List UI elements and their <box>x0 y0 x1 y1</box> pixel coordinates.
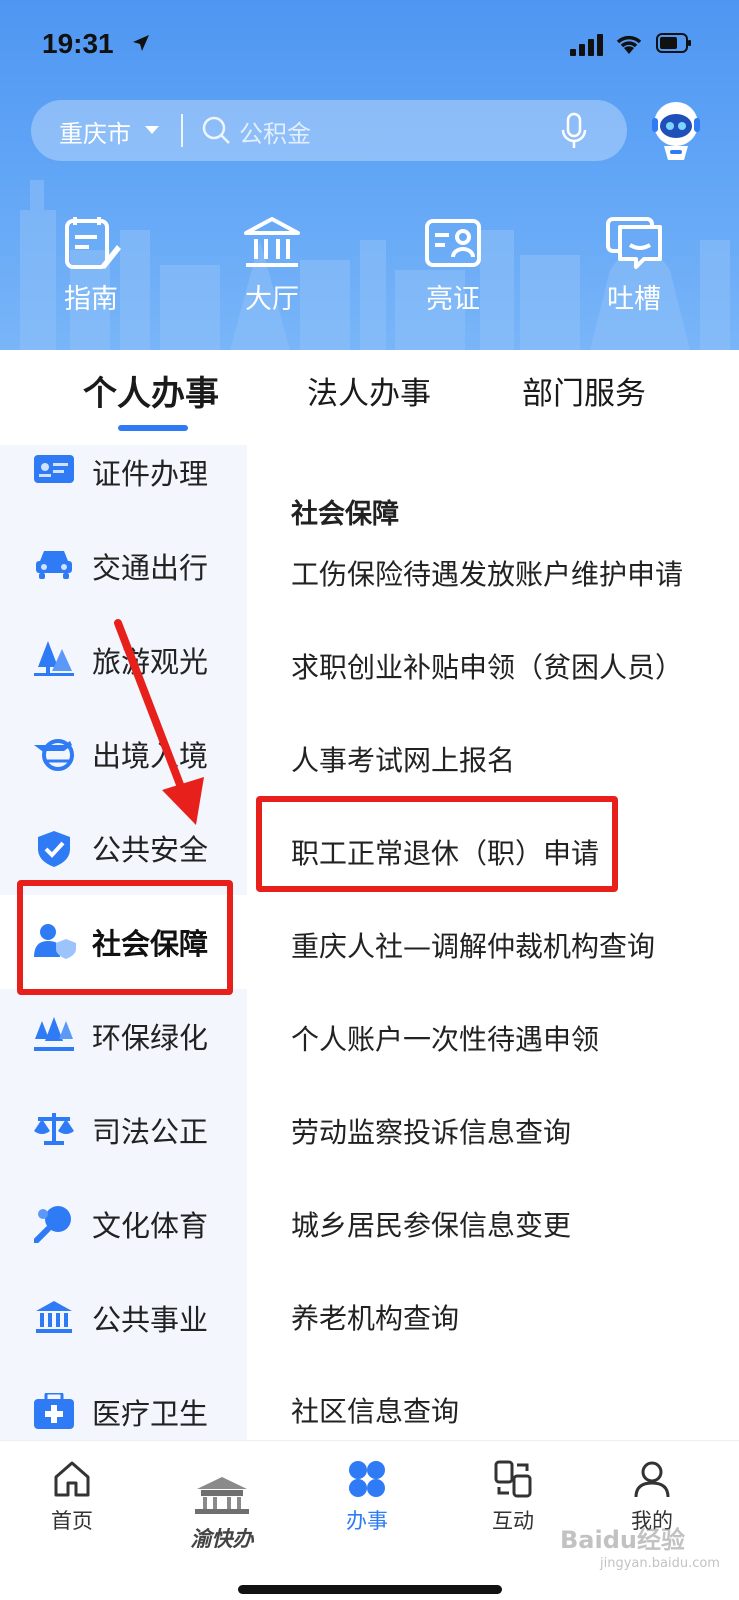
user-icon <box>634 1461 670 1498</box>
nav-services[interactable]: 办事 <box>317 1459 417 1535</box>
service-item[interactable]: 劳动监察投诉信息查询 <box>291 1111 571 1151</box>
service-item[interactable]: 养老机构查询 <box>291 1297 459 1337</box>
ping-pong-icon <box>34 1206 71 1243</box>
service-item[interactable]: 城乡居民参保信息变更 <box>291 1204 571 1244</box>
quick-action-show-id[interactable]: 亮证 <box>398 215 508 316</box>
sidebar-item-certificates[interactable]: 证件办理 <box>0 445 247 519</box>
quick-action-label: 亮证 <box>426 284 480 315</box>
service-item[interactable]: 求职创业补贴申领（贫困人员） <box>291 646 683 686</box>
assistant-robot-avatar[interactable] <box>648 100 704 162</box>
status-time: 19:31 <box>42 28 114 59</box>
feedback-icon <box>606 217 662 269</box>
search-icon <box>202 116 230 144</box>
nav-home[interactable]: 首页 <box>22 1459 122 1535</box>
sidebar-item-label: 交通出行 <box>92 551 209 585</box>
tab-department-services[interactable]: 部门服务 <box>522 368 646 413</box>
service-list-panel: 社会保障 工伤保险待遇发放账户维护申请 求职创业补贴申领（贫困人员） 人事考试网… <box>247 445 739 1440</box>
service-item[interactable]: 工伤保险待遇发放账户维护申请 <box>291 553 683 593</box>
service-item[interactable]: 社区信息查询 <box>291 1390 459 1430</box>
annotation-arrow <box>114 619 204 825</box>
baidu-watermark: Baidu经验 <box>560 1526 685 1554</box>
trees-icon <box>34 641 74 676</box>
tab-personal-affairs[interactable]: 个人办事 <box>83 366 219 415</box>
quick-action-label: 指南 <box>64 284 118 315</box>
cellular-signal-icon <box>570 34 603 56</box>
section-title: 社会保障 <box>291 499 399 530</box>
service-item[interactable]: 人事考试网上报名 <box>291 739 515 779</box>
hall-icon <box>244 217 300 267</box>
medical-kit-icon <box>34 1393 74 1429</box>
sidebar-item-culture-sports[interactable]: 文化体育 <box>0 1177 247 1271</box>
microphone-icon[interactable] <box>561 112 587 150</box>
sidebar-item-label: 文化体育 <box>92 1209 209 1243</box>
annotation-highlight-social-security <box>17 880 233 995</box>
quick-action-label: 大厅 <box>245 284 299 315</box>
service-item[interactable]: 重庆人社—调解仲裁机构查询 <box>291 925 655 965</box>
nav-yukuaiban[interactable]: 渝快办 <box>172 1459 272 1553</box>
id-card-icon <box>34 455 74 483</box>
nav-label: 首页 <box>51 1509 93 1533</box>
search-divider <box>181 114 183 147</box>
quick-action-feedback[interactable]: 吐槽 <box>579 215 689 316</box>
sidebar-item-public-utilities[interactable]: 公共事业 <box>0 1271 247 1365</box>
car-icon <box>36 551 72 579</box>
search-bar[interactable]: 重庆市 公积金 <box>31 100 627 161</box>
search-input[interactable]: 公积金 <box>239 114 311 149</box>
baidu-watermark-url: jingyan.baidu.com <box>600 1556 720 1571</box>
sidebar-item-judicial[interactable]: 司法公正 <box>0 1083 247 1177</box>
service-item[interactable]: 个人账户一次性待遇申领 <box>291 1018 599 1058</box>
category-tabs: 个人办事 法人办事 部门服务 <box>0 350 739 445</box>
status-bar: 19:31 <box>0 0 739 90</box>
home-indicator <box>238 1585 502 1594</box>
nav-label: 渝快办 <box>190 1527 254 1551</box>
city-selector[interactable]: 重庆市 <box>59 114 131 149</box>
sidebar-item-label: 证件办理 <box>92 457 209 491</box>
active-tab-indicator <box>118 425 188 431</box>
shield-check-icon <box>38 831 70 867</box>
quick-action-guide[interactable]: 指南 <box>36 215 146 316</box>
city-dropdown-caret-icon[interactable] <box>145 126 159 134</box>
sidebar-item-label: 医疗卫生 <box>92 1397 209 1431</box>
sidebar-item-label: 公共事业 <box>92 1303 209 1337</box>
sidebar-item-label: 司法公正 <box>92 1115 209 1149</box>
quick-action-hall[interactable]: 大厅 <box>217 215 327 316</box>
scales-icon <box>34 1113 74 1145</box>
wifi-icon <box>616 35 642 54</box>
pine-trees-icon <box>34 1017 74 1051</box>
grid-clover-icon <box>349 1461 385 1497</box>
home-icon <box>54 1461 90 1497</box>
battery-icon <box>656 33 691 53</box>
nav-label: 互动 <box>492 1509 534 1533</box>
yukuaiban-logo-icon <box>195 1477 249 1514</box>
annotation-highlight-retirement-application <box>256 796 618 892</box>
sidebar-item-transport[interactable]: 交通出行 <box>0 519 247 613</box>
id-card-icon <box>425 219 481 267</box>
guide-icon <box>65 217 121 269</box>
interact-icon <box>494 1460 532 1498</box>
quick-action-label: 吐槽 <box>607 284 661 315</box>
header: 19:31 重庆市 公积金 指南 大厅 亮证 吐槽 <box>0 0 739 350</box>
nav-label: 办事 <box>346 1509 388 1533</box>
nav-interact[interactable]: 互动 <box>463 1459 563 1535</box>
location-arrow-icon <box>133 35 149 51</box>
plane-globe-icon <box>34 739 74 771</box>
sidebar-item-medical[interactable]: 医疗卫生 <box>0 1365 247 1440</box>
building-columns-icon <box>36 1301 72 1333</box>
sidebar-item-label: 环保绿化 <box>92 1021 209 1055</box>
sidebar-item-environment[interactable]: 环保绿化 <box>0 989 247 1083</box>
tab-corporate-affairs[interactable]: 法人办事 <box>307 368 431 413</box>
